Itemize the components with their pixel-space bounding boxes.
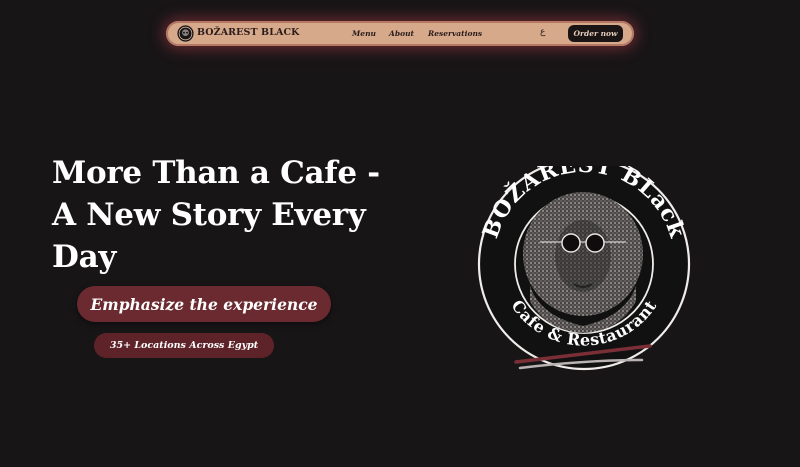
hero-title-line: More Than a Cafe - — [52, 155, 380, 191]
emphasize-experience-button[interactable]: Emphasize the experience — [77, 286, 331, 322]
hero-title-line: Day — [52, 239, 117, 275]
locations-badge[interactable]: 35+ Locations Across Egypt — [94, 333, 274, 358]
hero-title: More Than a Cafe - A New Story Every Day — [52, 152, 412, 278]
language-toggle[interactable]: ع — [540, 27, 545, 37]
portrait-with-sunglasses-icon — [523, 192, 643, 333]
nav-brand-name[interactable]: BOŽAREST BLACK — [197, 27, 299, 38]
brand-emblem: BOŽAREST BLack Cafe & Restaurant — [478, 166, 691, 371]
order-now-button[interactable]: Order now — [568, 25, 623, 42]
top-navbar: BOŽAREST BLACK Menu About Reservations ع… — [166, 21, 634, 46]
nav-link-about[interactable]: About — [389, 29, 414, 38]
hero-title-line: A New Story Every — [52, 197, 366, 233]
nav-link-reservations[interactable]: Reservations — [428, 29, 482, 38]
brand-logo-icon[interactable] — [177, 25, 194, 42]
nav-link-menu[interactable]: Menu — [352, 29, 376, 38]
